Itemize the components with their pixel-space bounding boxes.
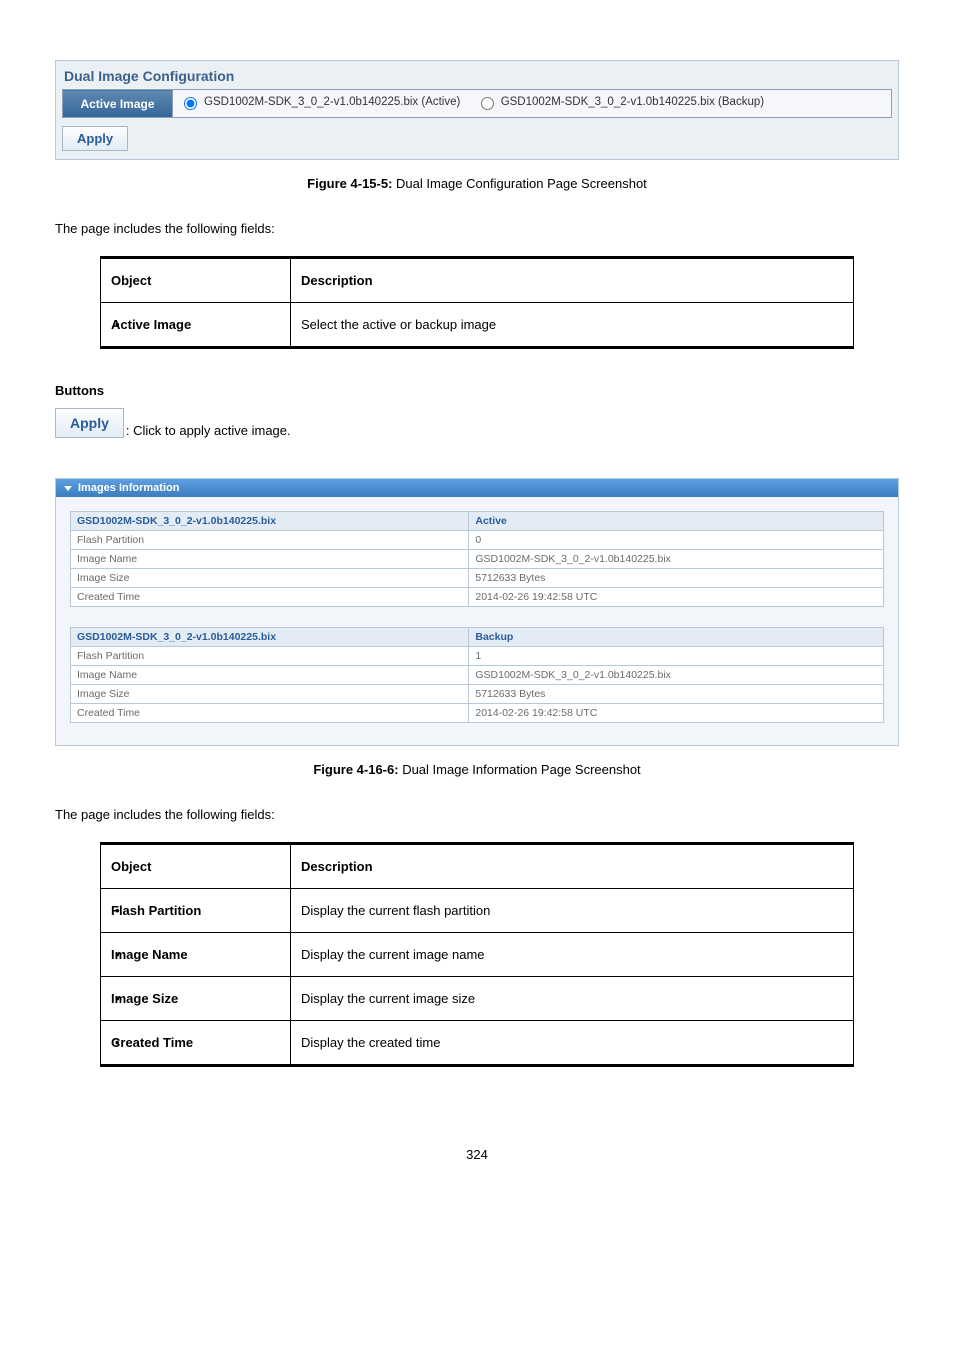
img2-k2: Image Name bbox=[71, 666, 469, 685]
t2-r2-desc: Display the current image size bbox=[291, 977, 854, 1021]
img1-name: GSD1002M-SDK_3_0_2-v1.0b140225.bix bbox=[71, 512, 469, 531]
caption2-bold: Figure 4-16-6: bbox=[313, 762, 398, 777]
img2-status: Backup bbox=[469, 628, 884, 647]
t2-r1-obj: Image Name bbox=[101, 933, 291, 977]
img1-k2: Image Name bbox=[71, 550, 469, 569]
table-row: Flash Partition Display the current flas… bbox=[101, 889, 854, 933]
apply-button-image: Apply bbox=[55, 408, 124, 438]
apply-button[interactable]: Apply bbox=[62, 126, 128, 151]
apply-description: : Click to apply active image. bbox=[126, 423, 291, 438]
img2-v2: GSD1002M-SDK_3_0_2-v1.0b140225.bix bbox=[469, 666, 884, 685]
img1-v1: 0 bbox=[469, 531, 884, 550]
radio-option-backup[interactable]: GSD1002M-SDK_3_0_2-v1.0b140225.bix (Back… bbox=[476, 94, 764, 110]
t2-r1-desc: Display the current image name bbox=[291, 933, 854, 977]
img1-v3: 5712633 Bytes bbox=[469, 569, 884, 588]
table-row: Image Size Display the current image siz… bbox=[101, 977, 854, 1021]
t2-r0-desc: Display the current flash partition bbox=[291, 889, 854, 933]
radio-backup-label: GSD1002M-SDK_3_0_2-v1.0b140225.bix (Back… bbox=[501, 96, 764, 108]
t1-h1: Object bbox=[101, 258, 291, 303]
apply-description-line: Apply : Click to apply active image. bbox=[55, 408, 899, 438]
image-table-active: GSD1002M-SDK_3_0_2-v1.0b140225.bix Activ… bbox=[70, 511, 884, 607]
table-row: Image Name Display the current image nam… bbox=[101, 933, 854, 977]
radio-backup[interactable] bbox=[481, 97, 494, 110]
chevron-down-icon bbox=[64, 486, 72, 491]
img1-k3: Image Size bbox=[71, 569, 469, 588]
page-number: 324 bbox=[55, 1147, 899, 1162]
t1-r0-obj: Active Image bbox=[101, 303, 291, 348]
t1-r0-desc: Select the active or backup image bbox=[291, 303, 854, 348]
radio-active-label: GSD1002M-SDK_3_0_2-v1.0b140225.bix (Acti… bbox=[204, 96, 460, 108]
t1-h2: Description bbox=[291, 258, 854, 303]
t2-r2-obj: Image Size bbox=[101, 977, 291, 1021]
info-header-label: Images Information bbox=[78, 482, 179, 494]
intro-text-2: The page includes the following fields: bbox=[55, 807, 899, 822]
caption1-rest: Dual Image Configuration Page Screenshot bbox=[392, 176, 646, 191]
caption2-rest: Dual Image Information Page Screenshot bbox=[399, 762, 641, 777]
info-panel-header[interactable]: Images Information bbox=[56, 479, 898, 497]
table-row: Active Image Select the active or backup… bbox=[101, 303, 854, 348]
img2-k1: Flash Partition bbox=[71, 647, 469, 666]
img1-status: Active bbox=[469, 512, 884, 531]
img2-name: GSD1002M-SDK_3_0_2-v1.0b140225.bix bbox=[71, 628, 469, 647]
fields-table-2: Object Description Flash Partition Displ… bbox=[100, 842, 854, 1067]
t2-h1: Object bbox=[101, 844, 291, 889]
image-table-backup: GSD1002M-SDK_3_0_2-v1.0b140225.bix Backu… bbox=[70, 627, 884, 723]
img1-k4: Created Time bbox=[71, 588, 469, 607]
t2-r0-obj: Flash Partition bbox=[101, 889, 291, 933]
intro-text-1: The page includes the following fields: bbox=[55, 221, 899, 236]
table-row: Created Time Display the created time bbox=[101, 1021, 854, 1066]
radio-active[interactable] bbox=[184, 97, 197, 110]
active-image-label: Active Image bbox=[63, 90, 173, 118]
img1-k1: Flash Partition bbox=[71, 531, 469, 550]
img2-v1: 1 bbox=[469, 647, 884, 666]
t2-r3-obj: Created Time bbox=[101, 1021, 291, 1066]
figure-caption-2: Figure 4-16-6: Dual Image Information Pa… bbox=[55, 762, 899, 777]
t2-h2: Description bbox=[291, 844, 854, 889]
img2-v3: 5712633 Bytes bbox=[469, 685, 884, 704]
panel-title: Dual Image Configuration bbox=[62, 65, 892, 89]
figure-caption-1: Figure 4-15-5: Dual Image Configuration … bbox=[55, 176, 899, 191]
caption1-bold: Figure 4-15-5: bbox=[307, 176, 392, 191]
img1-v4: 2014-02-26 19:42:58 UTC bbox=[469, 588, 884, 607]
config-table: Active Image GSD1002M-SDK_3_0_2-v1.0b140… bbox=[62, 89, 892, 118]
dual-image-config-panel: Dual Image Configuration Active Image GS… bbox=[55, 60, 899, 160]
radio-option-active[interactable]: GSD1002M-SDK_3_0_2-v1.0b140225.bix (Acti… bbox=[179, 94, 460, 110]
img2-k3: Image Size bbox=[71, 685, 469, 704]
img1-v2: GSD1002M-SDK_3_0_2-v1.0b140225.bix bbox=[469, 550, 884, 569]
img2-k4: Created Time bbox=[71, 704, 469, 723]
fields-table-1: Object Description Active Image Select t… bbox=[100, 256, 854, 349]
img2-v4: 2014-02-26 19:42:58 UTC bbox=[469, 704, 884, 723]
t2-r3-desc: Display the created time bbox=[291, 1021, 854, 1066]
buttons-heading: Buttons bbox=[55, 383, 899, 398]
active-image-options: GSD1002M-SDK_3_0_2-v1.0b140225.bix (Acti… bbox=[173, 90, 892, 118]
images-information-panel: Images Information GSD1002M-SDK_3_0_2-v1… bbox=[55, 478, 899, 746]
